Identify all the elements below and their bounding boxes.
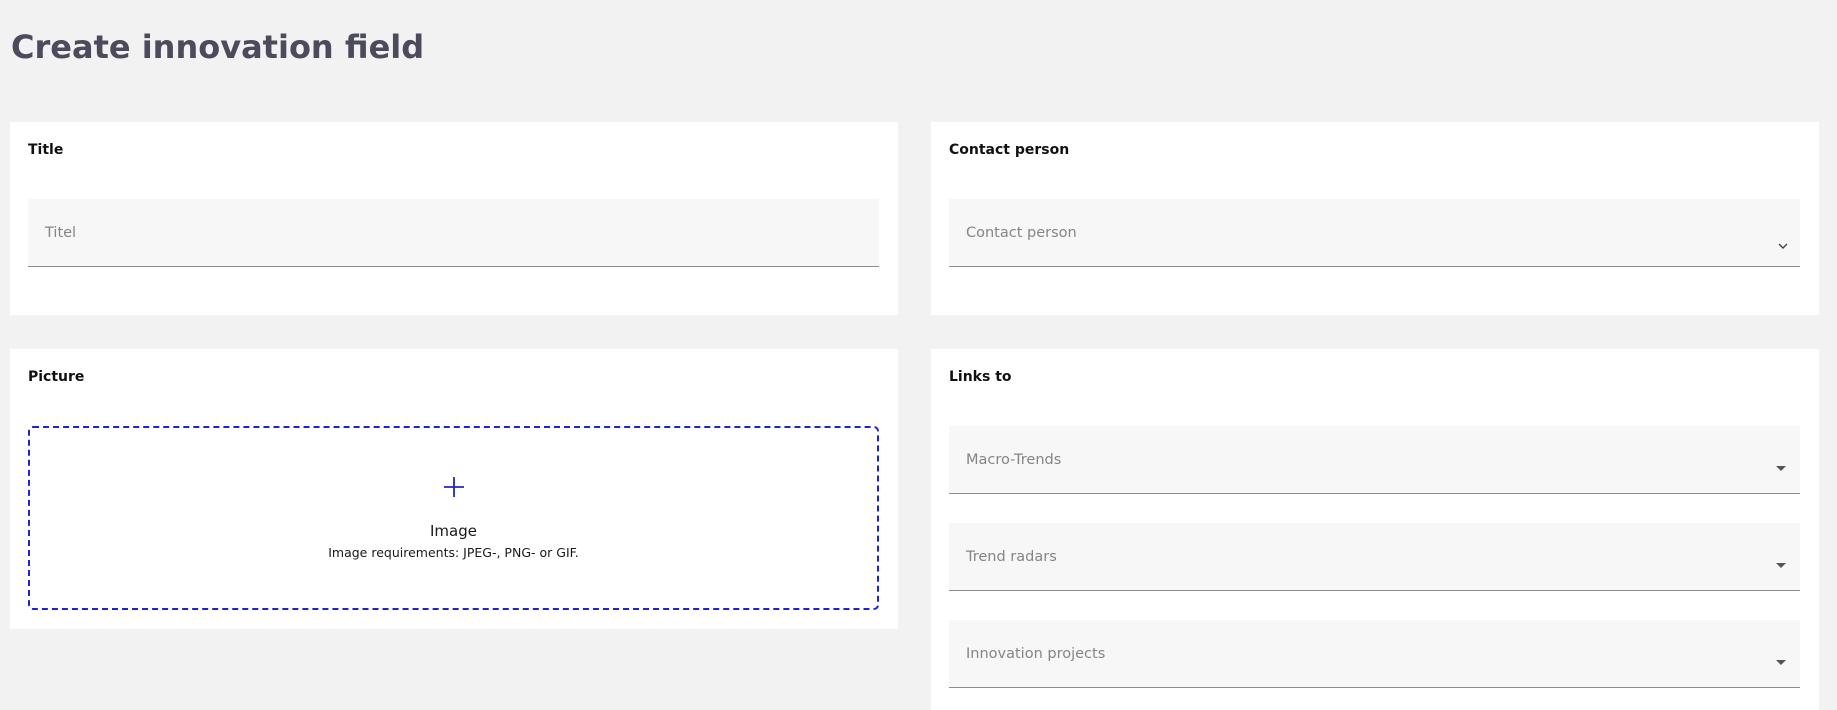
title-card: Title Titel (10, 122, 898, 315)
contact-person-select-placeholder: Contact person (966, 225, 1077, 241)
page-title: Create innovation field (11, 28, 425, 66)
image-dropzone[interactable]: Image Image requirements: JPEG-, PNG- or… (28, 426, 879, 610)
contact-person-card: Contact person Contact person (931, 122, 1819, 315)
picture-card-label: Picture (28, 369, 85, 385)
title-card-label: Title (28, 142, 64, 158)
links-to-card: Links to Macro-Trends Trend radars Innov… (931, 349, 1819, 710)
innovation-projects-select[interactable]: Innovation projects (949, 620, 1800, 688)
chevron-down-icon[interactable] (1778, 241, 1788, 251)
contact-person-card-label: Contact person (949, 142, 1070, 158)
title-input[interactable]: Titel (28, 199, 879, 267)
trend-radars-select-placeholder: Trend radars (966, 549, 1057, 565)
trend-radars-select[interactable]: Trend radars (949, 523, 1800, 591)
dropzone-title: Image (430, 522, 477, 540)
caret-down-icon[interactable] (1774, 657, 1788, 667)
caret-down-icon[interactable] (1774, 560, 1788, 570)
macro-trends-select[interactable]: Macro-Trends (949, 426, 1800, 494)
macro-trends-select-placeholder: Macro-Trends (966, 452, 1062, 468)
plus-icon (443, 477, 464, 497)
picture-card: Picture Image Image requirements: JPEG-,… (10, 349, 898, 629)
contact-person-select[interactable]: Contact person (949, 199, 1800, 267)
links-to-card-label: Links to (949, 369, 1012, 385)
dropzone-requirements: Image requirements: JPEG-, PNG- or GIF. (328, 545, 579, 560)
innovation-projects-select-placeholder: Innovation projects (966, 646, 1106, 662)
caret-down-icon[interactable] (1774, 463, 1788, 473)
title-input-placeholder: Titel (45, 225, 77, 241)
